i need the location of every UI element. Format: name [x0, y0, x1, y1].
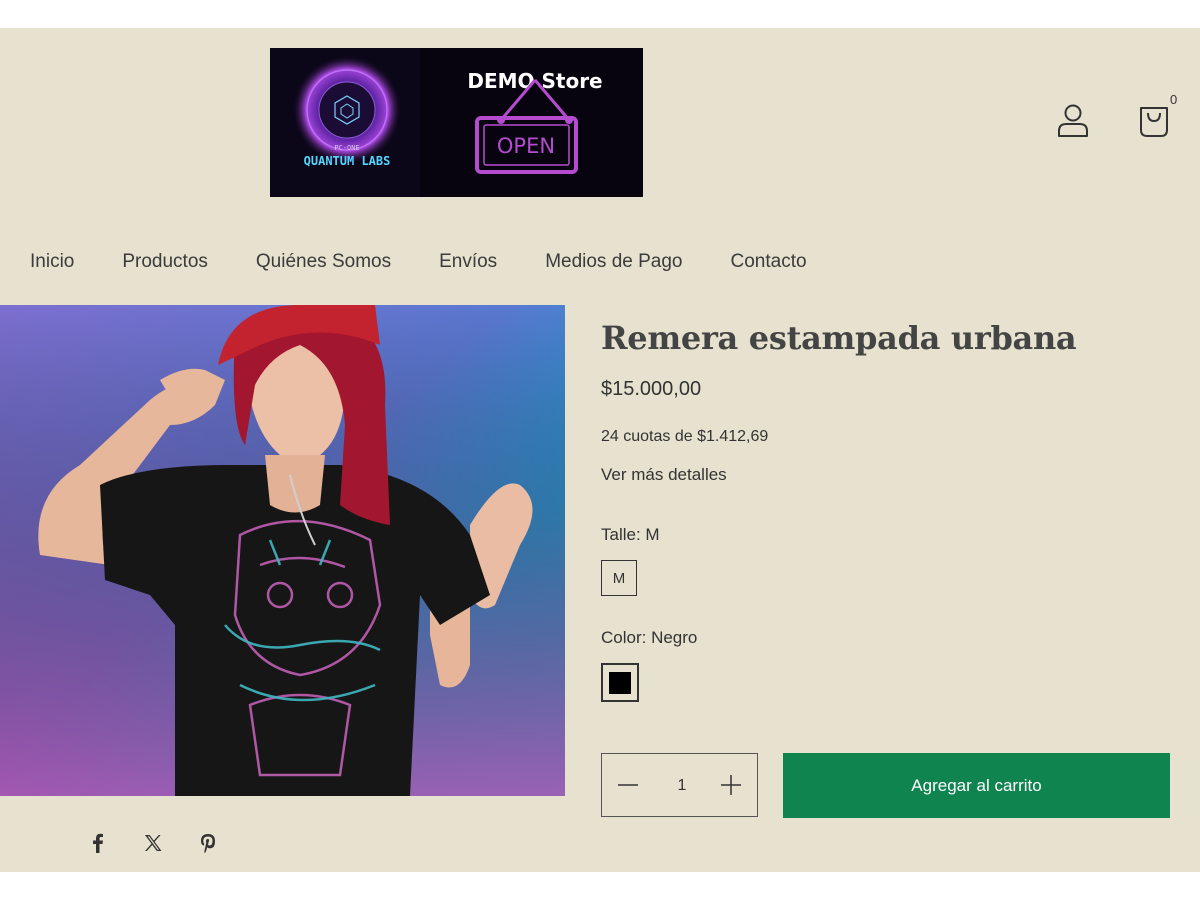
logo-graphic: PC-ONE QUANTUM LABS DEMO Store OPEN [270, 48, 643, 197]
add-to-cart-button[interactable]: Agregar al carrito [783, 753, 1170, 818]
nav-item-productos[interactable]: Productos [122, 251, 208, 275]
quantity-increase-button[interactable] [705, 754, 757, 816]
size-option-m[interactable]: M [601, 560, 637, 596]
quantity-stepper [601, 753, 758, 817]
color-label: Color: Negro [601, 628, 698, 647]
details-link[interactable]: Ver más detalles [601, 465, 727, 485]
product-image[interactable] [0, 305, 565, 796]
logo-sign-text: OPEN [497, 134, 555, 158]
store-logo[interactable]: PC-ONE QUANTUM LABS DEMO Store OPEN [270, 48, 643, 197]
color-option-negro[interactable] [601, 663, 639, 702]
size-option-label: M [612, 569, 626, 587]
nav-item-inicio[interactable]: Inicio [30, 251, 74, 275]
color-swatch [609, 671, 631, 694]
nav-item-envios[interactable]: Envíos [439, 251, 497, 275]
quantity-input[interactable] [654, 768, 710, 804]
bag-icon[interactable] [1138, 102, 1170, 138]
facebook-icon[interactable] [86, 831, 110, 855]
x-icon[interactable] [141, 831, 165, 855]
product-price: $15.000,00 [601, 378, 702, 400]
product-title: Remera estampada urbana [601, 319, 1077, 357]
nav-item-contacto[interactable]: Contacto [731, 251, 807, 275]
installments-text: 24 cuotas de $1.412,69 [601, 428, 769, 445]
logo-brand-text: QUANTUM LABS [304, 154, 391, 168]
size-label: Talle: M [601, 525, 660, 544]
pinterest-icon[interactable] [196, 831, 220, 855]
nav-item-quienes-somos[interactable]: Quiénes Somos [256, 251, 391, 275]
page: PC-ONE QUANTUM LABS DEMO Store OPEN 0 In… [0, 28, 1200, 872]
cart-count: 0 [1170, 92, 1178, 107]
plus-icon [721, 775, 741, 795]
minus-icon [618, 784, 638, 786]
logo-small-text: PC-ONE [334, 144, 359, 152]
user-icon[interactable] [1057, 103, 1089, 139]
quantity-decrease-button[interactable] [602, 754, 654, 816]
main-nav: Inicio Productos Quiénes Somos Envíos Me… [30, 251, 855, 275]
nav-item-medios-de-pago[interactable]: Medios de Pago [545, 251, 682, 275]
